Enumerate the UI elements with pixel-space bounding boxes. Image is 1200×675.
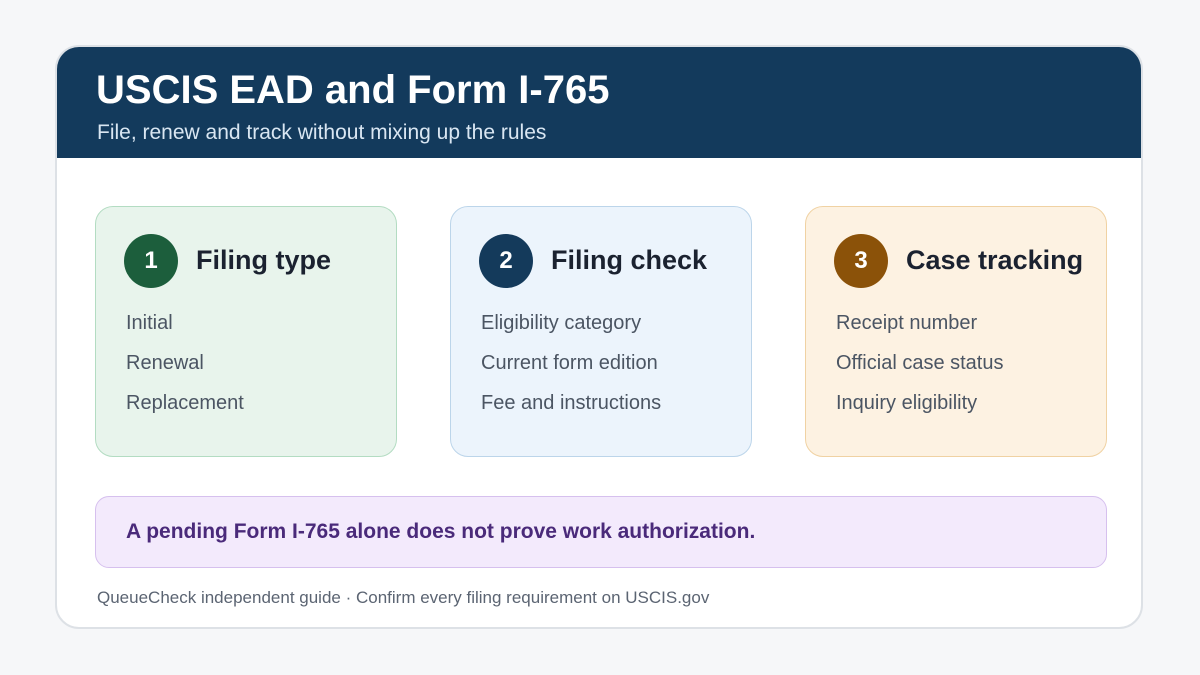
step-item: Inquiry eligibility — [836, 392, 978, 414]
step-item-list: Eligibility category Current form editio… — [481, 311, 661, 431]
header-banner: USCIS EAD and Form I-765 File, renew and… — [57, 47, 1141, 158]
notice-text: A pending Form I-765 alone does not prov… — [126, 520, 756, 543]
step-item: Current form edition — [481, 352, 658, 374]
step-item-list: Initial Renewal Replacement — [126, 311, 244, 431]
step-number-badge: 2 — [479, 234, 533, 288]
page-title: USCIS EAD and Form I-765 — [96, 68, 610, 112]
step-card-filing-check: 2 Filing check Eligibility category Curr… — [450, 206, 752, 457]
step-item: Eligibility category — [481, 312, 642, 334]
step-title: Case tracking — [906, 245, 1084, 275]
step-item: Initial — [126, 312, 173, 334]
step-number-badge: 3 — [834, 234, 888, 288]
step-item: Fee and instructions — [481, 392, 662, 414]
guide-card: USCIS EAD and Form I-765 File, renew and… — [55, 45, 1143, 629]
step-item: Receipt number — [836, 312, 978, 334]
step-card-case-tracking: 3 Case tracking Receipt number Official … — [805, 206, 1107, 457]
page-subtitle: File, renew and track without mixing up … — [97, 121, 547, 144]
step-card-filing-type: 1 Filing type Initial Renewal Replacemen… — [95, 206, 397, 457]
step-title: Filing check — [551, 245, 708, 275]
footer-disclaimer: QueueCheck independent guide · Confirm e… — [97, 588, 710, 607]
step-title: Filing type — [196, 245, 331, 275]
step-item-list: Receipt number Official case status Inqu… — [836, 311, 1003, 431]
step-item: Replacement — [126, 392, 244, 414]
step-item: Renewal — [126, 352, 204, 374]
warning-notice: A pending Form I-765 alone does not prov… — [95, 496, 1107, 568]
step-item: Official case status — [836, 352, 1004, 374]
step-number-badge: 1 — [124, 234, 178, 288]
